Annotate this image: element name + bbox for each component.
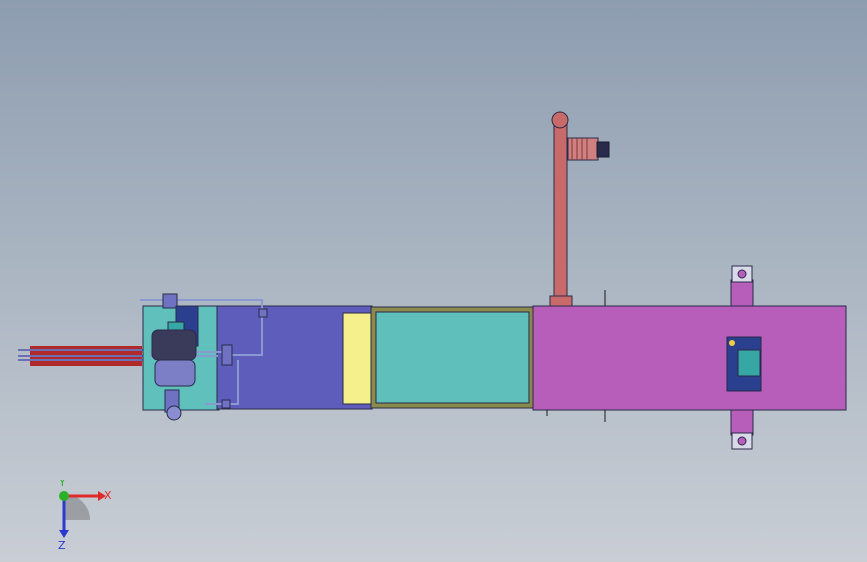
arm-base [549, 295, 573, 307]
pipe-fitting-top [258, 308, 268, 318]
mount-top-post [730, 279, 754, 307]
x-axis-label: X [104, 489, 112, 502]
mount-bottom-bolt [737, 436, 747, 446]
z-axis-label: Z [58, 539, 66, 550]
lifting-arm[interactable] [549, 111, 610, 307]
y-axis-label: Y [58, 480, 66, 489]
conveyor-motor-indicator [729, 340, 735, 346]
cad-viewport[interactable]: X Y Z [0, 0, 867, 562]
pump-outlet-flange [166, 405, 182, 421]
pump-housing-light [154, 359, 196, 387]
conveyor-motor-drum [737, 349, 761, 377]
magenta-mount-top[interactable] [730, 265, 754, 307]
axis-triad: X Y Z [58, 480, 112, 550]
conveyor-motor[interactable] [726, 336, 762, 392]
arm-column [553, 123, 568, 307]
y-axis-dot [59, 491, 69, 501]
magenta-conveyor [532, 305, 847, 411]
teal-tank [375, 311, 530, 404]
pipe-fitting-bottom [221, 399, 231, 409]
mount-top-bolt [737, 269, 747, 279]
pipe-valve [221, 344, 233, 366]
feed-rods[interactable] [18, 346, 145, 366]
pump-top-cap [162, 293, 178, 309]
pump-housing-dark [151, 329, 197, 361]
magenta-mount-bottom[interactable] [730, 409, 754, 450]
yellow-plate [342, 312, 376, 405]
arm-motor [596, 141, 610, 158]
mount-bottom-post [730, 409, 754, 436]
assembly-drawing[interactable] [0, 0, 867, 562]
arm-pivot [551, 111, 569, 129]
z-axis-arrow [59, 530, 69, 538]
